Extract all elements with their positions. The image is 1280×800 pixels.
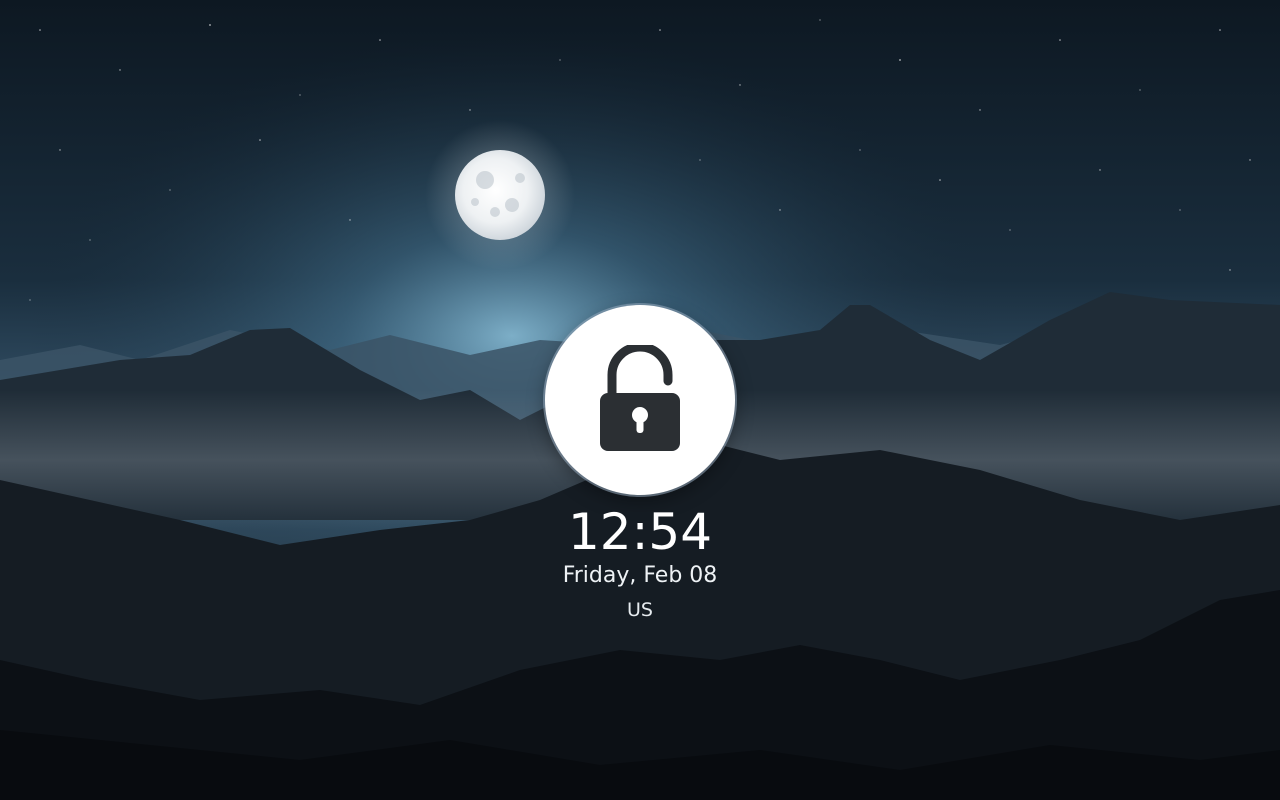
clock-time: 12:54 <box>567 503 713 561</box>
date-label: Friday, Feb 08 <box>562 563 718 588</box>
padlock-open-icon <box>600 345 680 451</box>
lock-screen: 12:54 Friday, Feb 08 US <box>0 0 1280 800</box>
keyboard-layout-indicator[interactable]: US <box>610 597 670 623</box>
unlock-button[interactable] <box>545 305 735 495</box>
